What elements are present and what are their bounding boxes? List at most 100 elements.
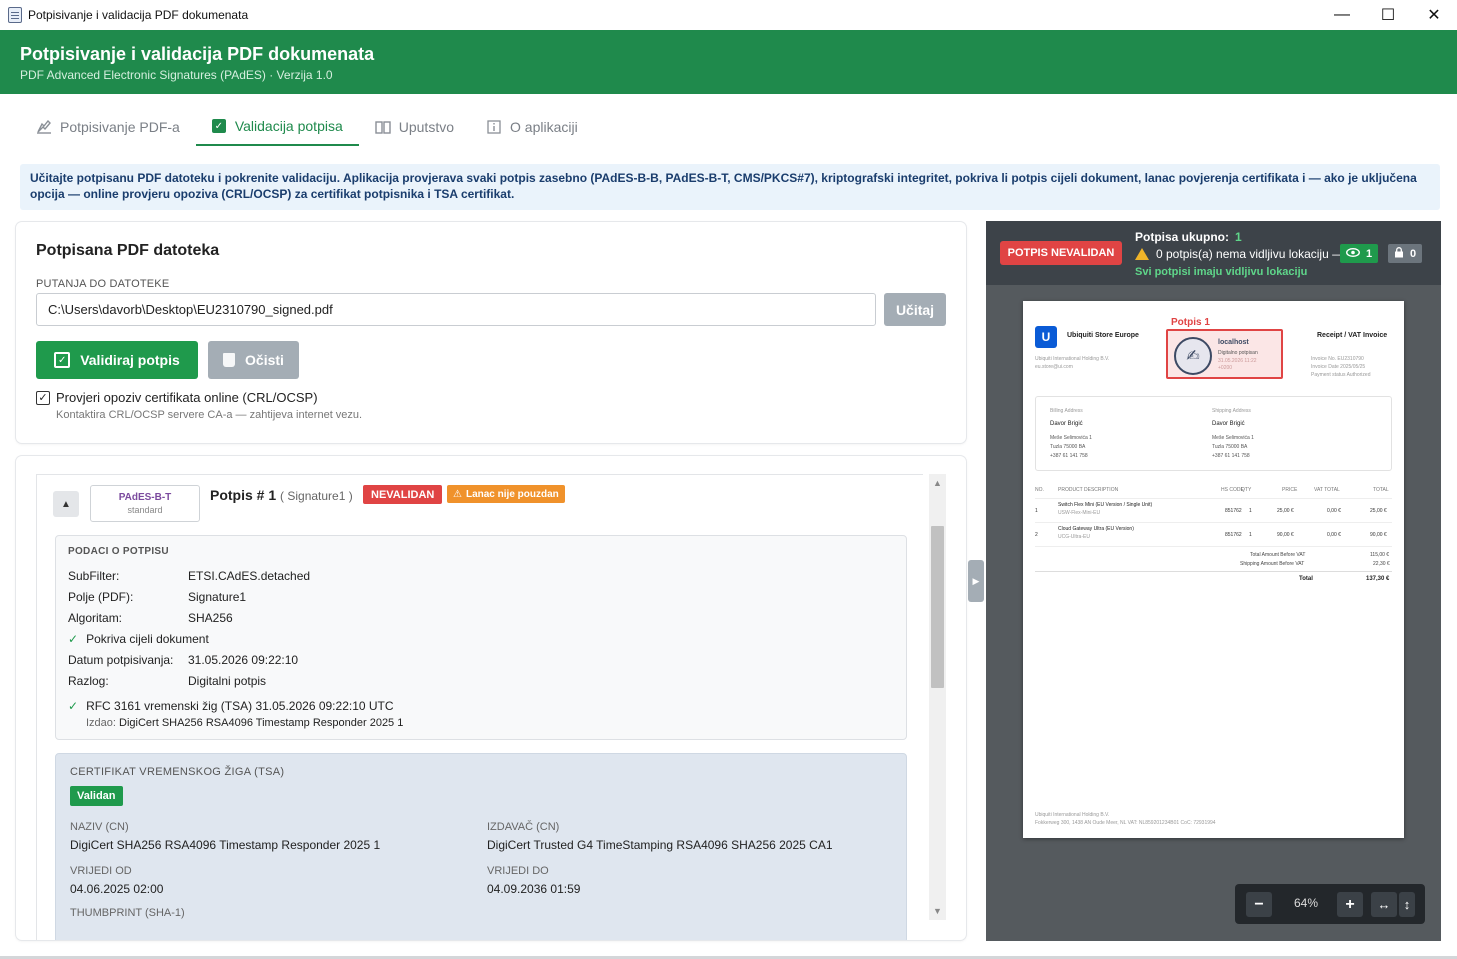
- tsa-name-label: NAZIV (CN): [70, 821, 129, 833]
- app-subtitle: PDF Advanced Electronic Signatures (PAdE…: [20, 68, 333, 82]
- valid-from-value: 04.06.2025 02:00: [70, 882, 164, 896]
- pen-sign-icon: [36, 120, 52, 134]
- shipping-line: Tuzla 75000 BA: [1212, 444, 1248, 450]
- tsa-issuer: IZDAVAČ (CN) DigiCert Trusted G4 TimeSta…: [487, 821, 887, 852]
- detail-value: Signature1: [188, 590, 247, 604]
- issuer-value: DigiCert SHA256 RSA4096 Timestamp Respon…: [119, 717, 404, 729]
- detail-row: Razlog: Digitalni potpis: [68, 674, 894, 688]
- zoom-level: 64%: [1293, 896, 1319, 910]
- address-box: Billing Address Shipping Address Davor B…: [1035, 396, 1392, 471]
- check-icon: ✓: [54, 352, 71, 368]
- crl-checkbox-label[interactable]: Provjeri opoziv certifikata online (CRL/…: [56, 390, 318, 405]
- validate-button[interactable]: ✓ Validiraj potpis: [36, 341, 198, 379]
- timestamp-text: RFC 3161 vremenski žig (TSA) 31.05.2026 …: [86, 699, 394, 713]
- sig-line: Digitalno potpisan: [1218, 350, 1258, 356]
- row-price: 25,00 €: [1277, 508, 1294, 514]
- tab-about[interactable]: O aplikaciji: [470, 108, 594, 146]
- detail-value: ETSI.CAdES.detached: [188, 569, 311, 583]
- tab-sign-pdf[interactable]: Potpisivanje PDF-a: [20, 108, 196, 146]
- row-no: 2: [1035, 532, 1038, 538]
- table-header: PRODUCT DESCRIPTION: [1058, 487, 1119, 493]
- tsa-thumbprint: THUMBPRINT (SHA-1): [70, 907, 470, 919]
- sig-name: localhost: [1218, 339, 1249, 346]
- file-card: Potpisana PDF datoteka PUTANJA DO DATOTE…: [16, 222, 966, 443]
- shipping-line: +387 61 141 758: [1212, 453, 1250, 459]
- file-path-input[interactable]: [36, 293, 876, 326]
- tsa-valid-to: VRIJEDI DO 04.09.2036 01:59: [487, 865, 887, 896]
- covers-document-row: ✓ Pokriva cijeli dokument: [68, 632, 894, 646]
- row-desc: Cloud Gateway Ultra (EU Version): [1058, 526, 1134, 532]
- signature-results-card: ▲ PAdES-B-T standard Potpis # 1 ( Signat…: [16, 456, 966, 940]
- signature-panel: ▲ PAdES-B-T standard Potpis # 1 ( Signat…: [36, 474, 923, 940]
- signature-location-box[interactable]: ✍ localhost Digitalno potpisan 31.05.202…: [1166, 329, 1283, 379]
- clear-button[interactable]: Očisti: [208, 341, 299, 379]
- zoom-in-button[interactable]: +: [1337, 892, 1363, 917]
- total-value: 137,30 €: [1366, 576, 1390, 582]
- panel-toggle-button[interactable]: ▶: [968, 560, 984, 602]
- row-vat: 0,00 €: [1327, 508, 1341, 514]
- load-button[interactable]: Učitaj: [884, 293, 946, 326]
- minimize-button[interactable]: —: [1319, 0, 1365, 30]
- tab-label: O aplikaciji: [510, 119, 578, 135]
- clear-button-label: Očisti: [245, 352, 284, 368]
- hidden-count-chip[interactable]: 0: [1388, 244, 1423, 263]
- billing-label: Billing Address: [1050, 408, 1083, 414]
- detail-row: SubFilter: ETSI.CAdES.detached: [68, 569, 894, 583]
- scroll-up-icon[interactable]: ▲: [929, 476, 946, 490]
- signature-total: Potpisa ukupno: 1: [1135, 230, 1242, 244]
- close-button[interactable]: ✕: [1411, 0, 1457, 30]
- signature-seal-icon: ✍: [1174, 337, 1212, 375]
- page-footer: Fokkerweg 300, 1438 AN Oude Meer, NL VAT…: [1035, 820, 1216, 826]
- pdf-page: U Ubiquiti Store Europe Ubiquiti Interna…: [1023, 301, 1404, 838]
- row-qty: 1: [1249, 532, 1252, 538]
- tab-validate-signature[interactable]: ✓ Validacija potpisa: [195, 108, 359, 146]
- page-company-sub: Ubiquiti International Holding B.V.: [1035, 356, 1110, 362]
- tab-instructions[interactable]: Uputstvo: [359, 108, 470, 146]
- scroll-thumb[interactable]: [931, 526, 944, 688]
- warning-icon: ⚠: [453, 488, 462, 500]
- table-header: QTY: [1241, 487, 1252, 493]
- check-box-icon: ✓: [211, 119, 226, 133]
- sum-value: 115,00 €: [1370, 552, 1390, 558]
- viewer-status-bar: POTPIS NEVALIDAN Potpisa ukupno: 1 0 potp…: [986, 221, 1441, 285]
- page-invoice-title: Receipt / VAT Invoice: [1317, 332, 1388, 339]
- table-row: 1 Switch Flex Mini (EU Version / Single …: [1035, 499, 1392, 523]
- zoom-out-button[interactable]: −: [1246, 892, 1272, 917]
- eye-icon: [1345, 247, 1361, 260]
- results-scrollbar[interactable]: ▲ ▼: [929, 474, 946, 920]
- tsa-name-value: DigiCert SHA256 RSA4096 Timestamp Respon…: [70, 838, 381, 852]
- table-header: TOTAL: [1373, 487, 1389, 493]
- fit-width-button[interactable]: ↔: [1371, 892, 1397, 917]
- shipping-line: Meše Selimovića 1: [1212, 435, 1254, 441]
- tab-label: Potpisivanje PDF-a: [60, 119, 180, 135]
- row-hs: 851762: [1225, 532, 1242, 538]
- valid-to-label: VRIJEDI DO: [487, 865, 549, 877]
- visible-ok-text: Svi potpisi imaju vidljivu lokaciju: [1135, 266, 1308, 278]
- invoice-table: NO. PRODUCT DESCRIPTION HS CODE QTY PRIC…: [1035, 487, 1392, 547]
- detail-key: Datum potpisivanja:: [68, 653, 174, 667]
- row-sku: USW-Flex-Mini-EU: [1058, 510, 1101, 516]
- hidden-count: 0: [1410, 247, 1417, 260]
- detail-row: Algoritam: SHA256: [68, 611, 894, 625]
- visible-count-chip[interactable]: 1: [1340, 244, 1379, 263]
- total-value: 1: [1235, 230, 1242, 244]
- maximize-button[interactable]: ☐: [1365, 0, 1411, 30]
- signature-location-label: Potpis 1: [1171, 317, 1210, 328]
- signature-field-name: ( Signature1 ): [280, 489, 353, 503]
- detail-row: Polje (PDF): Signature1: [68, 590, 894, 604]
- fit-height-button[interactable]: ↕: [1399, 892, 1415, 917]
- invoice-meta: Invoice Date 2025/05/25: [1311, 364, 1366, 370]
- crl-checkbox[interactable]: ✓: [36, 390, 50, 405]
- scroll-down-icon[interactable]: ▼: [929, 904, 946, 918]
- window-title: Potpisivanje i validacija PDF dokumenata: [28, 8, 249, 22]
- collapse-button[interactable]: ▲: [53, 491, 79, 517]
- tsa-status-badge: Validan: [70, 786, 123, 806]
- table-header: PRICE: [1282, 487, 1298, 493]
- invoice-meta: Payment status Authorized: [1311, 372, 1371, 378]
- book-icon: [375, 120, 391, 134]
- sig-line: +0200: [1218, 365, 1233, 371]
- lock-icon: [1394, 246, 1404, 261]
- page-company-email: eu.store@ui.com: [1035, 364, 1073, 370]
- total-label: Total: [1299, 576, 1313, 582]
- detail-value: SHA256: [188, 611, 233, 625]
